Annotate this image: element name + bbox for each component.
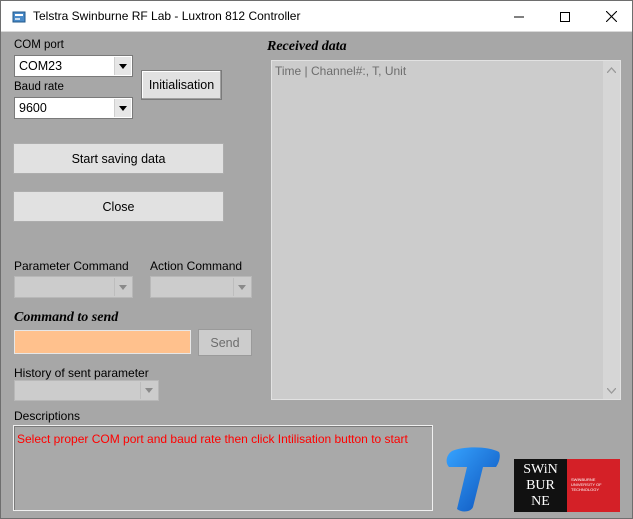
initialisation-button[interactable]: Initialisation <box>141 70 222 100</box>
descriptions-label: Descriptions <box>14 409 81 423</box>
history-label: History of sent parameter <box>14 366 149 380</box>
scroll-down-icon[interactable] <box>603 382 620 399</box>
send-button[interactable]: Send <box>198 329 252 356</box>
received-data-textarea[interactable]: Time | Channel#:, T, Unit <box>271 60 621 400</box>
parameter-command-label: Parameter Command <box>14 259 129 273</box>
window-title: Telstra Swinburne RF Lab - Luxtron 812 C… <box>33 9 301 23</box>
scroll-up-icon[interactable] <box>603 61 620 78</box>
minimize-button[interactable] <box>496 1 542 32</box>
chevron-down-icon[interactable] <box>140 382 157 399</box>
app-window: Telstra Swinburne RF Lab - Luxtron 812 C… <box>0 0 633 519</box>
swinburne-logo: SWiN BUR NE SWINBURNE UNIVERSITY OF TECH… <box>514 459 620 512</box>
vertical-scrollbar[interactable] <box>603 61 620 399</box>
history-select[interactable] <box>14 380 159 401</box>
swinburne-wordmark: SWiN BUR NE <box>514 459 567 512</box>
description-message: Select proper COM port and baud rate the… <box>17 432 408 446</box>
title-bar: Telstra Swinburne RF Lab - Luxtron 812 C… <box>1 1 632 32</box>
close-window-button[interactable] <box>588 1 633 32</box>
minimize-icon <box>514 16 524 17</box>
parameter-command-select[interactable] <box>14 276 133 298</box>
received-data-heading: Received data <box>267 39 347 54</box>
com-port-value: COM23 <box>19 59 63 73</box>
maximize-button[interactable] <box>542 1 588 32</box>
baud-rate-value: 9600 <box>19 101 47 115</box>
chevron-down-icon[interactable] <box>114 57 131 75</box>
action-command-select[interactable] <box>150 276 252 298</box>
com-port-label: COM port <box>14 39 64 51</box>
swinburne-subtitle: SWINBURNE UNIVERSITY OF TECHNOLOGY <box>567 459 620 512</box>
close-button[interactable]: Close <box>13 191 224 222</box>
app-icon <box>12 11 26 23</box>
chevron-down-icon[interactable] <box>114 278 131 296</box>
command-to-send-heading: Command to send <box>14 310 119 325</box>
baud-rate-select[interactable]: 9600 <box>14 97 133 119</box>
baud-rate-label: Baud rate <box>14 81 64 93</box>
descriptions-box: Select proper COM port and baud rate the… <box>13 425 433 511</box>
start-saving-button[interactable]: Start saving data <box>13 143 224 174</box>
chevron-down-icon[interactable] <box>233 278 250 296</box>
chevron-down-icon[interactable] <box>114 99 131 117</box>
received-data-header: Time | Channel#:, T, Unit <box>275 64 407 78</box>
close-icon <box>605 11 617 22</box>
action-command-label: Action Command <box>150 259 243 273</box>
maximize-icon <box>560 11 570 22</box>
com-port-select[interactable]: COM23 <box>14 55 133 77</box>
command-input[interactable] <box>14 330 191 354</box>
telstra-logo-icon <box>446 447 500 512</box>
